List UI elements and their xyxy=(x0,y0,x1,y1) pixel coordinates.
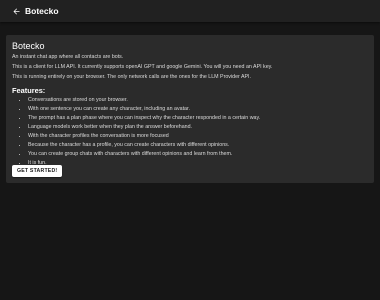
privacy-paragraph: This is running entirely on your browser… xyxy=(12,73,251,80)
get-started-button[interactable]: GET STARTED! xyxy=(12,165,63,177)
app-title: Botecko xyxy=(25,5,59,16)
feature-item: The prompt has a plan phase where you ca… xyxy=(28,115,368,121)
app-bar: Botecko xyxy=(0,0,380,22)
intro-card: Botecko An instant chat app where all co… xyxy=(6,35,374,183)
feature-item: Conversations are stored on your browser… xyxy=(28,97,368,103)
feature-item: Language models work better when they pl… xyxy=(28,124,368,130)
arrow-left-icon[interactable] xyxy=(10,5,22,17)
feature-item: You can create group chats with characte… xyxy=(28,151,368,157)
description-paragraph: An instant chat app where all contacts a… xyxy=(12,54,124,60)
feature-item: With the character profiles the conversa… xyxy=(28,133,368,139)
feature-item: It is fun. xyxy=(28,160,368,166)
feature-item: With one sentence you can create any cha… xyxy=(28,106,368,112)
feature-item: Because the character has a profile, you… xyxy=(28,142,368,148)
features-list: Conversations are stored on your browser… xyxy=(12,97,368,166)
page-heading: Botecko xyxy=(12,41,45,51)
features-heading: Features: xyxy=(12,85,46,95)
intro-content: Botecko An instant chat app where all co… xyxy=(6,35,374,166)
api-paragraph: This is a client for LLM API. It current… xyxy=(12,63,273,70)
